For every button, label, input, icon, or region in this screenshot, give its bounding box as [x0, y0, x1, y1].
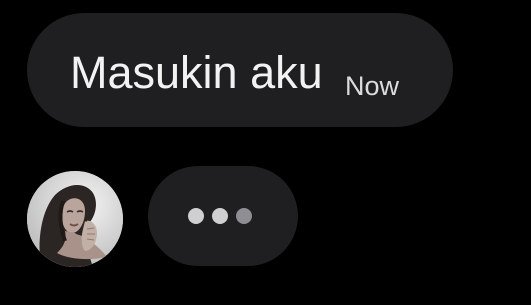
chat-thread: Masukin aku Now [0, 0, 531, 305]
typing-dot-icon [188, 208, 204, 224]
typing-indicator-bubble [148, 166, 298, 266]
message-timestamp: Now [345, 71, 400, 101]
typing-dot-icon [236, 208, 252, 224]
contact-avatar[interactable] [27, 171, 123, 267]
contact-avatar-photo-icon [27, 171, 123, 267]
message-text: Masukin aku [70, 47, 323, 98]
outgoing-message-bubble[interactable]: Masukin aku Now [27, 13, 453, 127]
typing-dot-icon [212, 208, 228, 224]
typing-dots [188, 208, 252, 224]
